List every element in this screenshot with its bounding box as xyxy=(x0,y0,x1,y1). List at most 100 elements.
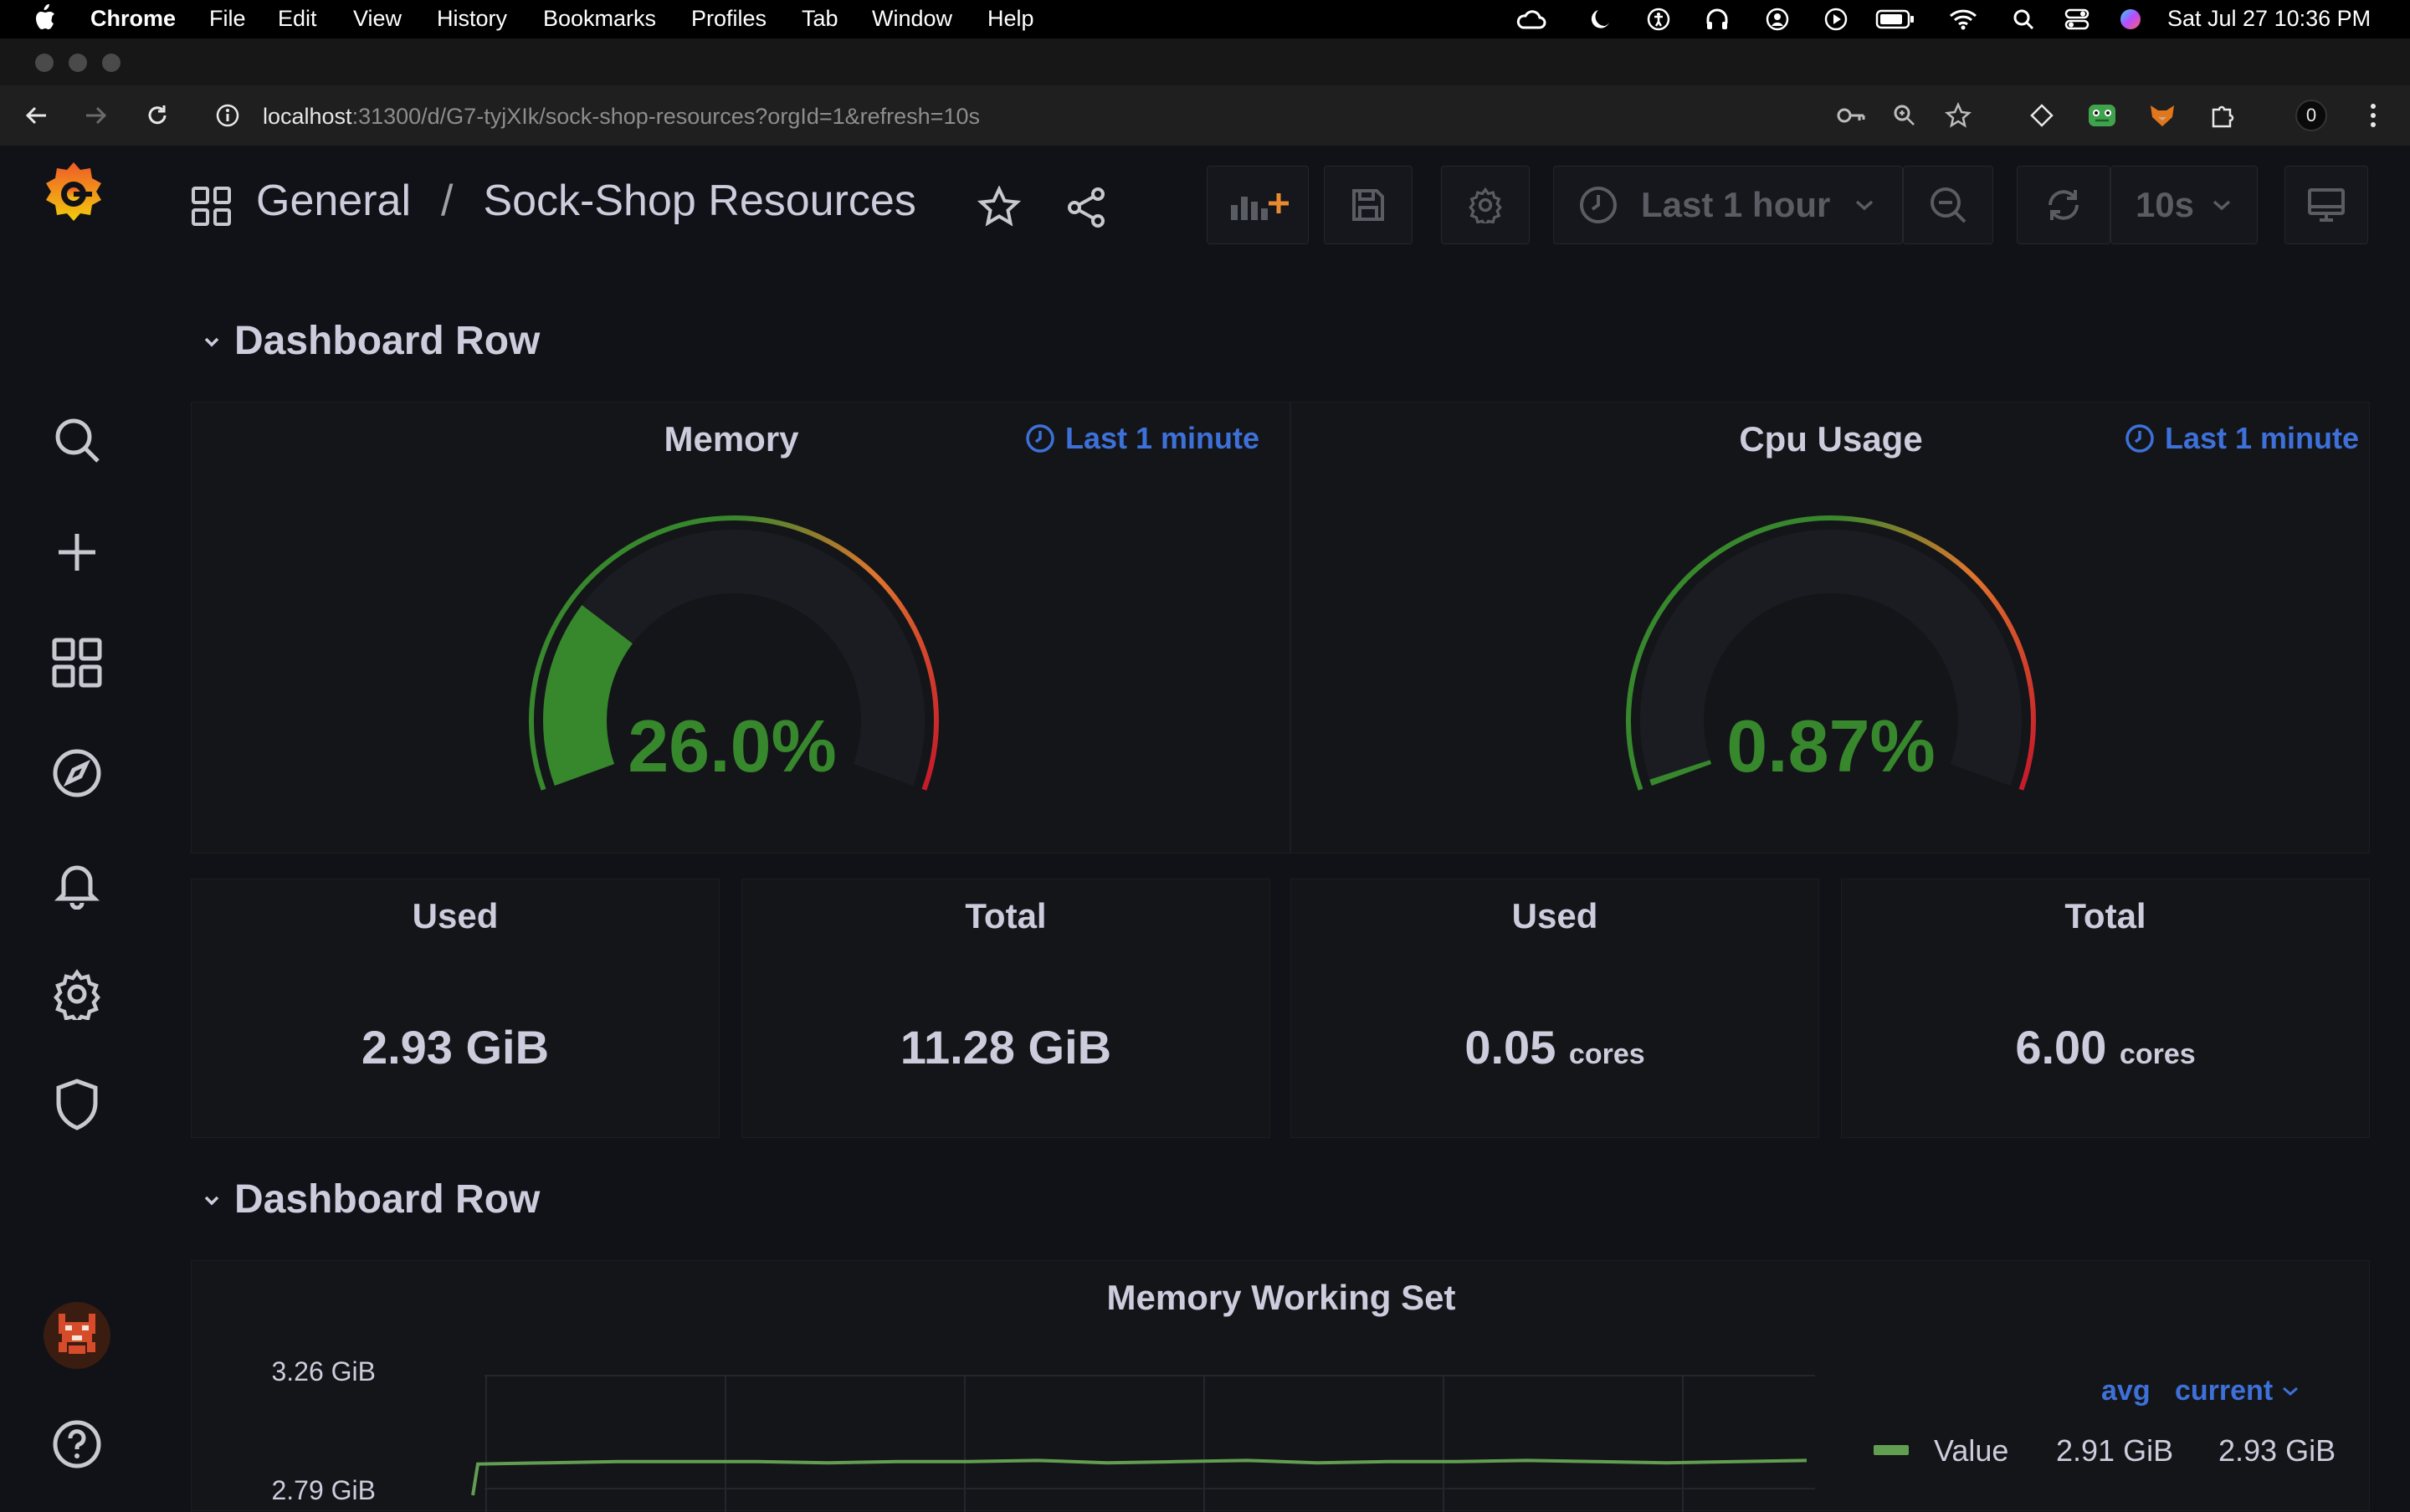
create-plus-icon[interactable] xyxy=(44,519,110,586)
add-panel-button[interactable] xyxy=(1207,166,1309,244)
spotlight-search-icon[interactable] xyxy=(2007,7,2040,32)
dashboards-grid-icon[interactable] xyxy=(44,629,110,696)
gauge-value: 26.0% xyxy=(628,705,837,787)
server-admin-shield-icon[interactable] xyxy=(44,1071,110,1138)
stat-label[interactable]: Total xyxy=(1842,896,2369,936)
window-minimize-button[interactable] xyxy=(69,54,87,72)
memory-used-stat-panel[interactable]: Used 2.93 GiB xyxy=(191,879,720,1138)
stat-label[interactable]: Used xyxy=(1291,896,1818,936)
play-icon[interactable] xyxy=(1819,7,1853,32)
window-close-button[interactable] xyxy=(35,54,54,72)
legend-header-avg[interactable]: avg xyxy=(2101,1375,2151,1407)
zoom-out-time-button[interactable] xyxy=(1903,166,1993,244)
chevron-down-icon xyxy=(1856,200,1874,211)
menubar-datetime[interactable]: Sat Jul 27 10:36 PM xyxy=(2167,6,2371,32)
memory-gauge xyxy=(529,515,939,791)
grafana-logo-icon[interactable] xyxy=(40,161,107,228)
refresh-dashboard-button[interactable] xyxy=(2017,166,2110,244)
alerting-bell-icon[interactable] xyxy=(44,850,110,917)
address-bar[interactable]: localhost:31300/d/G7-tyjXIk/sock-shop-re… xyxy=(263,104,980,130)
time-override-label: Last 1 minute xyxy=(2165,421,2360,455)
chevron-down-icon xyxy=(204,337,219,346)
forward-arrow-icon[interactable] xyxy=(77,97,114,134)
user-account-icon[interactable] xyxy=(1761,7,1794,32)
chevron-down-icon xyxy=(2213,200,2231,211)
menu-file[interactable]: File xyxy=(209,6,246,32)
accessibility-icon[interactable] xyxy=(1642,7,1675,32)
row-header[interactable]: Dashboard Row xyxy=(199,318,540,364)
legend-series-current: 2.93 GiB xyxy=(2218,1433,2336,1468)
macos-menu-bar: Chrome File Edit View History Bookmarks … xyxy=(0,0,2410,38)
memory-working-set-panel[interactable]: Memory Working Set 3.26 GiB 2.79 GiB avg… xyxy=(191,1260,2370,1512)
menu-chrome[interactable]: Chrome xyxy=(90,6,176,32)
stat-value: 0.05 cores xyxy=(1291,1020,1818,1074)
menu-bookmarks[interactable]: Bookmarks xyxy=(543,6,656,32)
stat-label[interactable]: Used xyxy=(192,896,719,936)
url-path: :31300/d/G7-tyjXIk/sock-shop-resources?o… xyxy=(351,104,980,129)
menu-edit[interactable]: Edit xyxy=(278,6,317,32)
clock-icon xyxy=(1580,187,1617,223)
dashboard-settings-button[interactable] xyxy=(1441,166,1530,244)
apple-icon[interactable] xyxy=(32,3,57,38)
profile-avatar-button[interactable]: 0 xyxy=(2293,97,2330,134)
stat-label[interactable]: Total xyxy=(742,896,1269,936)
menu-history[interactable]: History xyxy=(437,6,507,32)
explore-compass-icon[interactable] xyxy=(44,740,110,807)
memory-total-stat-panel[interactable]: Total 11.28 GiB xyxy=(741,879,1270,1138)
clock-icon xyxy=(2125,424,2154,453)
site-info-icon[interactable] xyxy=(209,97,246,134)
wifi-icon[interactable] xyxy=(1946,7,1980,32)
extension-diamond-icon[interactable] xyxy=(2023,97,2060,134)
control-center-icon[interactable] xyxy=(2060,7,2094,32)
memory-gauge-panel[interactable]: Memory Last 1 minute 26.0% xyxy=(191,402,1290,853)
search-icon[interactable] xyxy=(44,407,110,474)
legend-header-current[interactable]: current xyxy=(2175,1375,2300,1407)
row-header[interactable]: Dashboard Row xyxy=(199,1176,540,1222)
breadcrumb-separator: / xyxy=(441,177,454,225)
back-arrow-icon[interactable] xyxy=(18,97,55,134)
reload-icon[interactable] xyxy=(139,97,176,134)
menu-help[interactable]: Help xyxy=(987,6,1034,32)
cpu-used-stat-panel[interactable]: Used 0.05 cores xyxy=(1290,879,1819,1138)
bookmark-star-icon[interactable] xyxy=(1940,97,1977,134)
time-range-picker[interactable]: Last 1 hour xyxy=(1553,166,1903,244)
menu-window[interactable]: Window xyxy=(872,6,952,32)
legend-series-name[interactable]: Value xyxy=(1934,1433,2008,1468)
configuration-gear-icon[interactable] xyxy=(44,961,110,1028)
zoom-icon[interactable] xyxy=(1886,97,1923,134)
breadcrumb-folder[interactable]: General xyxy=(256,177,411,225)
cpu-total-stat-panel[interactable]: Total 6.00 cores xyxy=(1841,879,2370,1138)
help-question-icon[interactable] xyxy=(44,1411,110,1478)
series-line-value[interactable] xyxy=(471,1458,1808,1496)
extension-frog-icon[interactable] xyxy=(2084,97,2120,134)
extensions-puzzle-icon[interactable] xyxy=(2204,97,2241,134)
grafana-sidebar xyxy=(0,146,156,1506)
menu-tab[interactable]: Tab xyxy=(802,6,838,32)
save-dashboard-button[interactable] xyxy=(1324,166,1413,244)
cpu-gauge-panel[interactable]: Cpu Usage Last 1 minute 0.87% xyxy=(1290,402,2370,853)
share-icon[interactable] xyxy=(1064,186,1108,233)
time-range-label: Last 1 hour xyxy=(1641,185,1831,224)
extension-fox-icon[interactable] xyxy=(2144,97,2181,134)
dashboard-title[interactable]: Sock-Shop Resources xyxy=(483,177,915,225)
star-favorite-icon[interactable] xyxy=(977,185,1022,233)
siri-icon[interactable] xyxy=(2115,7,2146,32)
password-key-icon[interactable] xyxy=(1833,97,1869,134)
menu-profiles[interactable]: Profiles xyxy=(691,6,767,32)
refresh-interval-label: 10s xyxy=(2135,185,2195,224)
menu-view[interactable]: View xyxy=(353,6,402,32)
cycle-view-mode-button[interactable] xyxy=(2284,166,2368,244)
legend-series-swatch[interactable] xyxy=(1874,1445,1909,1455)
battery-icon[interactable] xyxy=(1874,7,1916,32)
window-zoom-button[interactable] xyxy=(102,54,120,72)
browser-toolbar: localhost:31300/d/G7-tyjXIk/sock-shop-re… xyxy=(0,85,2410,146)
moon-icon[interactable] xyxy=(1583,7,1617,32)
refresh-interval-picker[interactable]: 10s xyxy=(2110,166,2258,244)
stat-number: 6.00 xyxy=(2015,1021,2107,1074)
chrome-menu-icon[interactable] xyxy=(2355,97,2392,134)
headphones-icon[interactable] xyxy=(1700,7,1734,32)
dashboards-grid-small-icon xyxy=(191,186,233,232)
row-title: Dashboard Row xyxy=(234,1177,541,1222)
user-avatar[interactable] xyxy=(44,1302,110,1369)
cloud-sync-icon[interactable] xyxy=(1515,7,1548,32)
